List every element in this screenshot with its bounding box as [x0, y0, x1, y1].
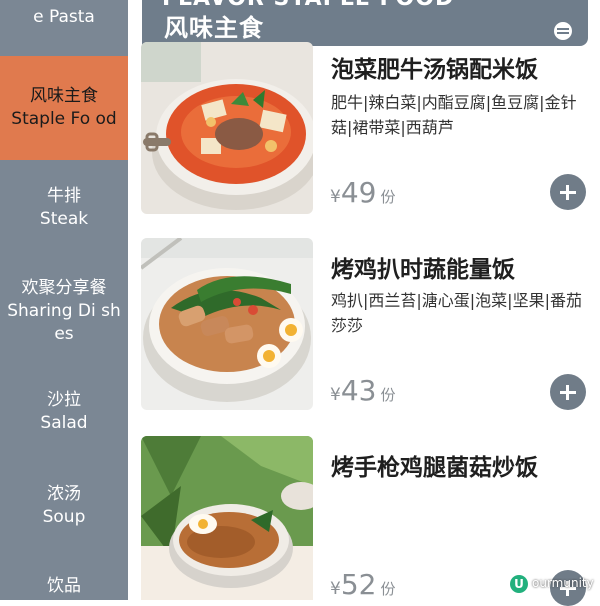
- currency-symbol: ¥: [330, 187, 341, 207]
- price-unit: 份: [380, 188, 396, 206]
- dish-card[interactable]: 烤鸡扒时蔬能量饭 鸡扒|西兰苔|溏心蛋|泡菜|坚果|番茄莎莎 ¥43 份: [128, 238, 600, 428]
- price-value: 43: [340, 374, 377, 407]
- sidebar-item-soup[interactable]: 浓汤 Soup: [0, 474, 128, 538]
- sidebar-item-pasta[interactable]: e Pasta: [0, 0, 128, 34]
- price-value: 49: [340, 176, 377, 209]
- sidebar-item-label-zh: 欢聚分享餐: [21, 277, 107, 298]
- currency-symbol: ¥: [330, 579, 341, 599]
- sidebar-item-label-en: Soup: [42, 507, 86, 527]
- sidebar-item-label-zh: 浓汤: [47, 484, 81, 504]
- dish-description: 鸡扒|西兰苔|溏心蛋|泡菜|坚果|番茄莎莎: [331, 291, 582, 335]
- sidebar-item-label-zh: 饮品: [47, 575, 81, 596]
- dish-name: 烤鸡扒时蔬能量饭: [331, 257, 515, 283]
- category-title-zh: 风味主食: [164, 14, 264, 42]
- sidebar-item-label-zh: 牛排: [47, 186, 81, 206]
- sidebar-item-label-en: Sharing Di shes: [7, 300, 121, 344]
- sidebar-item-drinks[interactable]: 饮品: [0, 566, 128, 606]
- sidebar-item-staple-food[interactable]: 风味主食 Staple Fo od: [0, 56, 128, 160]
- plus-icon[interactable]: [550, 374, 586, 410]
- sidebar-item-label-zh: 风味主食: [30, 86, 98, 106]
- dish-name: 泡菜肥牛汤锅配米饭: [331, 57, 538, 83]
- collapse-icon[interactable]: [554, 22, 572, 40]
- sidebar-item-label-en: Staple Fo od: [11, 109, 117, 129]
- dish-price: ¥49 份: [330, 176, 395, 209]
- sidebar-item-sharing-dishes[interactable]: 欢聚分享餐 Sharing Di shes: [0, 268, 128, 354]
- price-unit: 份: [380, 386, 396, 404]
- currency-symbol: ¥: [330, 385, 341, 405]
- sidebar-item-label-en: Salad: [40, 413, 88, 433]
- dish-image-chicken-leg-fried-rice: [141, 436, 313, 600]
- category-sidebar: e Pasta 风味主食 Staple Fo od 牛排 Steak 欢聚分享餐…: [0, 0, 128, 600]
- dish-price: ¥43 份: [330, 374, 395, 407]
- watermark: U ourmunity: [510, 572, 600, 594]
- watermark-logo: U: [510, 575, 528, 593]
- dish-image-grilled-chicken-bowl: [141, 238, 313, 410]
- sidebar-item-label-zh: 沙拉: [47, 390, 81, 410]
- dish-name: 烤手枪鸡腿菌菇炒饭: [331, 455, 538, 481]
- price-value: 52: [340, 568, 377, 601]
- price-unit: 份: [380, 580, 396, 598]
- watermark-text: ourmunity: [532, 576, 594, 590]
- plus-icon[interactable]: [550, 174, 586, 210]
- sidebar-item-label-en: Steak: [39, 209, 89, 229]
- dish-price: ¥52 份: [330, 568, 395, 601]
- dish-description: 肥牛|辣白菜|内酯豆腐|鱼豆腐|金针菇|裙带菜|西葫芦: [331, 93, 577, 137]
- sidebar-item-steak[interactable]: 牛排 Steak: [0, 176, 128, 240]
- sidebar-item-label-en: e Pasta: [33, 6, 95, 27]
- dish-image-kimchi-beef-pot: [141, 42, 313, 214]
- dish-card[interactable]: 泡菜肥牛汤锅配米饭 肥牛|辣白菜|内酯豆腐|鱼豆腐|金针菇|裙带菜|西葫芦 ¥4…: [128, 40, 600, 230]
- sidebar-item-salad[interactable]: 沙拉 Salad: [0, 380, 128, 444]
